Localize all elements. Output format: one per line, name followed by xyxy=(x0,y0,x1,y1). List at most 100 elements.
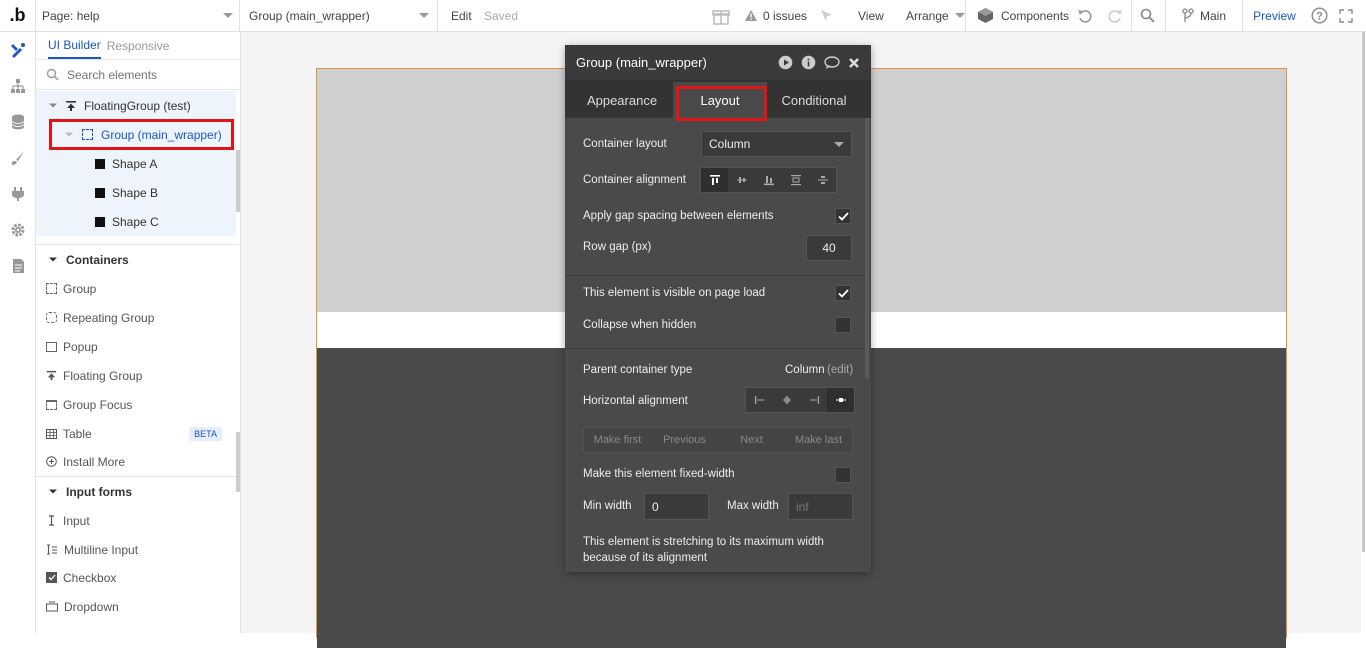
align-right-icon[interactable] xyxy=(800,388,827,412)
arrange-menu[interactable]: Arrange xyxy=(906,0,965,31)
group-focus-icon xyxy=(46,399,57,410)
element-floating-group[interactable]: Floating Group xyxy=(46,361,236,390)
repeating-group-icon xyxy=(46,312,57,323)
styles-tab-icon[interactable] xyxy=(9,149,27,167)
canvas-scrollbar[interactable] xyxy=(1361,32,1366,633)
chevron-down-icon xyxy=(223,13,233,18)
database-tab-icon[interactable] xyxy=(9,113,27,131)
element-label: Install More xyxy=(63,454,126,469)
search-icon[interactable] xyxy=(1131,0,1163,31)
tree-scrollbar[interactable] xyxy=(236,150,240,212)
collapse-hidden-checkbox[interactable] xyxy=(835,317,851,333)
branch-selector[interactable]: Main xyxy=(1165,0,1242,31)
element-dropdown[interactable]: Dropdown xyxy=(46,592,236,621)
comment-icon[interactable] xyxy=(824,55,840,70)
visible-on-load-checkbox[interactable] xyxy=(835,285,851,301)
horizontal-alignment-label: Horizontal alignment xyxy=(583,395,688,407)
element-multiline-input[interactable]: Multiline Input xyxy=(46,535,236,564)
next-button[interactable]: Next xyxy=(718,428,785,452)
element-checkbox[interactable]: Checkbox xyxy=(46,563,236,592)
previous-button[interactable]: Previous xyxy=(651,428,718,452)
close-icon[interactable] xyxy=(848,57,860,69)
logs-tab-icon[interactable] xyxy=(9,257,27,275)
help-icon[interactable]: ? xyxy=(1311,0,1328,31)
view-menu[interactable]: View xyxy=(858,0,884,31)
max-width-input[interactable]: inf xyxy=(788,493,853,520)
editor-scrollbar[interactable] xyxy=(865,118,869,378)
components-button[interactable]: Components xyxy=(965,0,1073,31)
chevron-down-icon xyxy=(954,13,965,18)
redo-icon[interactable] xyxy=(1107,0,1123,31)
editor-header: Group (main_wrapper) xyxy=(565,45,871,80)
tree-item-shape-a[interactable]: Shape A xyxy=(36,149,236,178)
expand-icon[interactable] xyxy=(1339,0,1353,31)
element-group[interactable]: Group xyxy=(46,274,236,303)
tab-appearance[interactable]: Appearance xyxy=(571,82,673,118)
gift-icon[interactable] xyxy=(711,0,731,31)
chevron-down-icon xyxy=(49,103,57,108)
align-center-icon[interactable] xyxy=(728,168,755,192)
make-last-button[interactable]: Make last xyxy=(785,428,852,452)
min-width-input[interactable]: 0 xyxy=(644,493,709,520)
plugins-tab-icon[interactable] xyxy=(9,185,27,203)
container-layout-dropdown[interactable]: Column xyxy=(701,131,852,157)
play-icon[interactable] xyxy=(778,55,793,70)
align-bottom-icon[interactable] xyxy=(755,168,782,192)
tab-ui-builder[interactable]: UI Builder xyxy=(48,32,101,59)
issues-indicator[interactable]: 0 issues xyxy=(744,0,807,31)
element-popup[interactable]: Popup xyxy=(46,332,236,361)
scrollbar-thumb[interactable] xyxy=(1362,32,1365,552)
bubble-logo[interactable]: .b xyxy=(0,0,36,31)
element-search[interactable] xyxy=(36,60,240,90)
element-table[interactable]: Table BETA xyxy=(46,419,236,448)
multiline-icon xyxy=(47,544,57,555)
max-width-label: Max width xyxy=(727,500,779,512)
section-input-forms[interactable]: Input forms xyxy=(36,477,236,506)
floating-group-icon xyxy=(66,100,76,111)
design-tab-icon[interactable] xyxy=(9,41,27,59)
beta-badge: BETA xyxy=(189,426,222,441)
edit-menu[interactable]: Edit xyxy=(451,0,472,31)
search-input[interactable] xyxy=(67,67,227,82)
align-space-between-icon[interactable] xyxy=(782,168,809,192)
divider xyxy=(565,348,871,349)
workflow-tab-icon[interactable] xyxy=(9,77,27,95)
element-install-more[interactable]: Install More xyxy=(46,447,236,476)
gap-spacing-checkbox[interactable] xyxy=(835,208,851,224)
pointer-icon[interactable] xyxy=(820,0,834,31)
chevron-down-icon xyxy=(834,141,844,147)
undo-icon[interactable] xyxy=(1077,0,1093,31)
align-left-icon[interactable] xyxy=(746,388,773,412)
preview-button[interactable]: Preview xyxy=(1242,0,1306,31)
plus-circle-icon xyxy=(46,456,57,467)
gap-spacing-label: Apply gap spacing between elements xyxy=(583,210,774,222)
element-input[interactable]: Input xyxy=(46,506,236,535)
tab-responsive[interactable]: Responsive xyxy=(107,33,170,58)
container-alignment-label: Container alignment xyxy=(583,174,686,186)
element-repeating-group[interactable]: Repeating Group xyxy=(46,303,236,332)
layout-tab-body: Container layout Column Container alignm… xyxy=(565,118,871,572)
row-gap-input[interactable]: 40 xyxy=(806,235,852,261)
info-icon[interactable] xyxy=(801,55,816,70)
section-containers[interactable]: Containers xyxy=(36,245,236,274)
align-space-around-icon[interactable] xyxy=(809,168,836,192)
tab-conditional[interactable]: Conditional xyxy=(767,82,861,118)
issues-label: 0 issues xyxy=(763,8,808,23)
page-selector[interactable]: Page: help xyxy=(36,0,240,31)
make-first-button[interactable]: Make first xyxy=(584,428,651,452)
element-label: Input xyxy=(63,513,90,528)
tree-item-shape-b[interactable]: Shape B xyxy=(36,178,236,207)
align-hcenter-icon[interactable] xyxy=(773,388,800,412)
element-selector[interactable]: Group (main_wrapper) xyxy=(241,0,438,31)
checkmark-icon xyxy=(837,288,849,298)
parent-type-edit-link[interactable]: (edit) xyxy=(827,364,853,376)
panel-scrollbar[interactable] xyxy=(236,432,240,492)
settings-tab-icon[interactable] xyxy=(9,221,27,239)
tree-item-shape-c[interactable]: Shape C xyxy=(36,207,236,236)
element-group-focus[interactable]: Group Focus xyxy=(46,390,236,419)
fixed-width-checkbox[interactable] xyxy=(835,467,851,483)
table-icon xyxy=(46,428,57,439)
align-stretch-icon[interactable] xyxy=(827,388,854,412)
tree-item-floatinggroup[interactable]: FloatingGroup (test) xyxy=(36,91,236,120)
align-top-icon[interactable] xyxy=(701,168,728,192)
